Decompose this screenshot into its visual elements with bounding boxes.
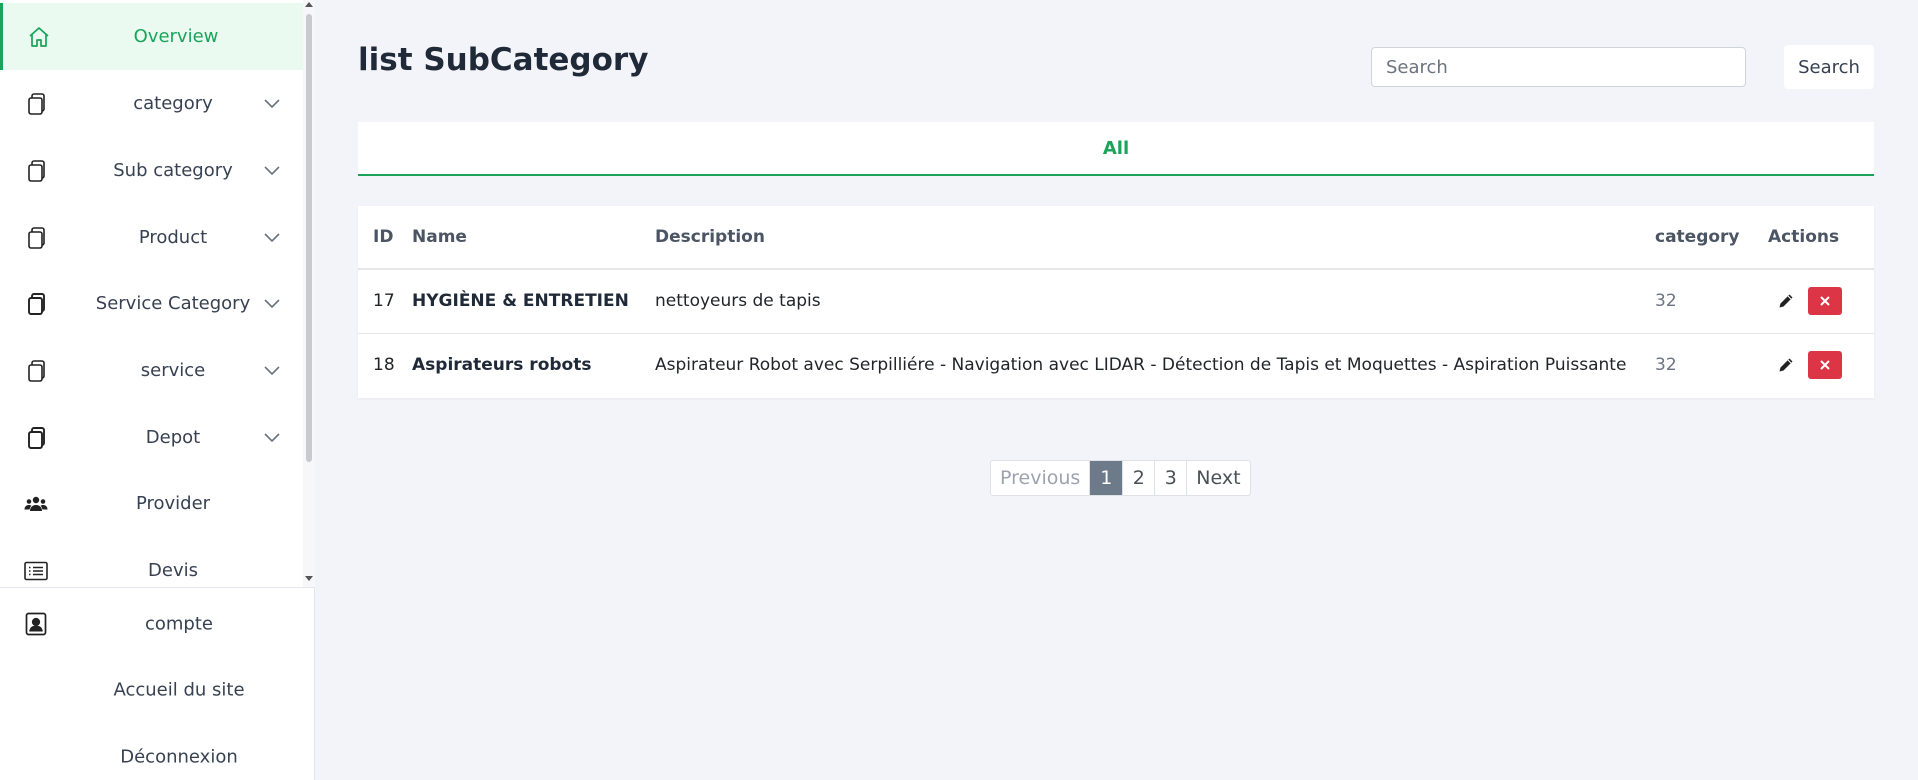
sidebar-item-label: Depot xyxy=(145,427,201,448)
cell-name: Aspirateurs robots xyxy=(412,355,592,376)
column-header-description: Description xyxy=(655,227,765,247)
delete-button[interactable] xyxy=(1808,287,1842,316)
sidebar-item-label: compte xyxy=(144,613,213,635)
cell-actions xyxy=(1768,333,1874,397)
sidebar-scrollbar[interactable] xyxy=(303,0,315,587)
sidebar-item-depot[interactable]: Depot xyxy=(0,404,303,471)
edit-icon[interactable] xyxy=(1776,355,1796,375)
sidebar-item-overview[interactable]: Overview xyxy=(0,3,303,70)
column-header-category: category xyxy=(1655,227,1740,247)
sidebar-item-service-category[interactable]: Service Category xyxy=(0,270,303,337)
close-icon xyxy=(1820,296,1830,306)
copy-icon xyxy=(24,92,48,116)
copy-icon xyxy=(24,426,48,450)
people-icon xyxy=(24,492,48,516)
delete-button[interactable] xyxy=(1808,351,1842,380)
chevron-down-icon[interactable] xyxy=(262,361,282,381)
sidebar-item-label: service xyxy=(140,360,206,381)
sidebar-item-label: Product xyxy=(138,227,208,248)
sidebar-item-product[interactable]: Product xyxy=(0,204,303,271)
chevron-down-icon[interactable] xyxy=(262,94,282,114)
sidebar-item-sub-category[interactable]: Sub category xyxy=(0,137,303,204)
previous-page-button[interactable]: Previous xyxy=(991,461,1091,495)
sidebar-item-compte[interactable]: compte xyxy=(0,594,315,654)
table-header-row: ID Name Description category Actions xyxy=(358,206,1874,269)
close-icon xyxy=(1820,360,1830,370)
list-icon xyxy=(24,559,48,583)
sidebar: Overview category Sub category Product S… xyxy=(0,0,315,780)
chevron-down-icon[interactable] xyxy=(262,294,282,314)
sidebar-item-label: Devis xyxy=(148,560,198,581)
cell-name: HYGIÈNE & ENTRETIEN xyxy=(412,291,629,312)
copy-icon xyxy=(24,359,48,383)
sidebar-nav: Overview category Sub category Product S… xyxy=(0,0,303,587)
sidebar-item-label: Provider xyxy=(135,493,211,514)
sidebar-item-label: Service Category xyxy=(95,293,251,314)
column-header-id: ID xyxy=(373,227,394,247)
search-button[interactable]: Search xyxy=(1784,45,1874,89)
cell-id: 18 xyxy=(373,355,395,376)
sidebar-item-provider[interactable]: Provider xyxy=(0,470,303,537)
column-header-name: Name xyxy=(412,227,467,247)
cell-category: 32 xyxy=(1655,355,1677,376)
home-icon xyxy=(27,25,51,49)
copy-icon xyxy=(24,159,48,183)
table-row: 17 HYGIÈNE & ENTRETIEN nettoyeurs de tap… xyxy=(358,269,1874,333)
sidebar-item-service[interactable]: service xyxy=(0,337,303,404)
cell-category: 32 xyxy=(1655,291,1677,312)
cell-actions xyxy=(1768,269,1874,333)
sidebar-item-label: Déconnexion xyxy=(120,746,238,768)
chevron-down-icon[interactable] xyxy=(262,428,282,448)
page-title: list SubCategory xyxy=(358,42,649,78)
sidebar-item-label: category xyxy=(133,93,213,114)
copy-icon xyxy=(24,292,48,316)
tab-all[interactable]: All xyxy=(358,122,1874,174)
sidebar-item-label: Sub category xyxy=(113,160,233,181)
scroll-up-icon[interactable] xyxy=(305,2,313,7)
table-row: 18 Aspirateurs robots Aspirateur Robot a… xyxy=(358,333,1874,397)
cell-id: 17 xyxy=(373,291,395,312)
copy-icon xyxy=(24,226,48,250)
page-button-3[interactable]: 3 xyxy=(1155,461,1188,495)
column-header-actions: Actions xyxy=(1768,227,1840,247)
sidebar-item-devis[interactable]: Devis xyxy=(0,537,303,587)
tabs-bar: All xyxy=(358,122,1874,176)
chevron-down-icon[interactable] xyxy=(262,228,282,248)
page-button-2[interactable]: 2 xyxy=(1123,461,1156,495)
pagination: Previous 1 2 3 Next xyxy=(990,460,1251,496)
person-badge-icon xyxy=(24,612,48,636)
scrollbar-thumb[interactable] xyxy=(306,14,312,462)
sidebar-footer: compte Accueil du site Déconnexion xyxy=(0,587,315,780)
scroll-down-icon[interactable] xyxy=(305,576,313,581)
sidebar-item-label: Overview xyxy=(133,26,219,47)
cell-description: Aspirateur Robot avec Serpilliére - Navi… xyxy=(655,355,1627,376)
subcategory-table: ID Name Description category Actions 17 … xyxy=(358,206,1874,398)
page-button-1[interactable]: 1 xyxy=(1090,461,1124,495)
chevron-down-icon[interactable] xyxy=(262,161,282,181)
sidebar-item-accueil[interactable]: Accueil du site xyxy=(0,660,315,720)
edit-icon[interactable] xyxy=(1776,291,1796,311)
cell-description: nettoyeurs de tapis xyxy=(655,291,821,312)
sidebar-item-deconnexion[interactable]: Déconnexion xyxy=(0,727,315,780)
sidebar-item-category[interactable]: category xyxy=(0,70,303,137)
next-page-button[interactable]: Next xyxy=(1187,461,1249,495)
search-input[interactable] xyxy=(1371,47,1746,87)
sidebar-item-label: Accueil du site xyxy=(113,679,245,701)
